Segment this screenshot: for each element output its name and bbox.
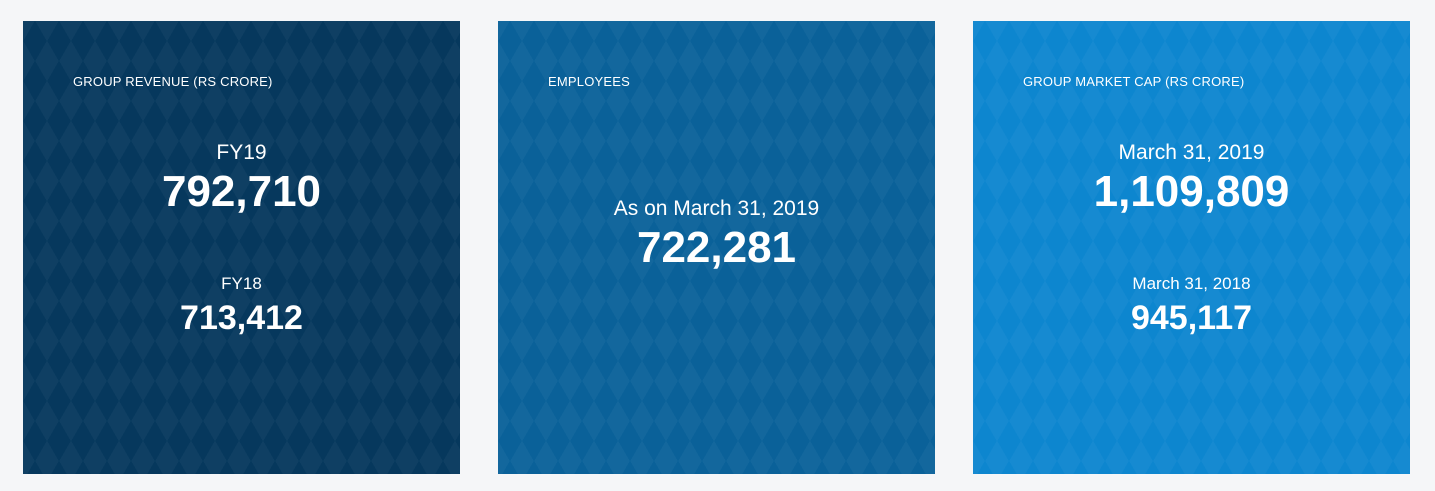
stat-value: 1,109,809 <box>1093 167 1290 216</box>
employees-card: EMPLOYEES As on March 31, 2019 722,281 <box>498 21 935 474</box>
primary-stat: FY19 792,710 <box>23 141 460 217</box>
stat-value: 945,117 <box>1130 299 1253 337</box>
group-revenue-card: GROUP REVENUE (RS CRORE) FY19 792,710 FY… <box>23 21 460 474</box>
primary-stat: March 31, 2019 1,109,809 <box>973 141 1410 217</box>
stat-value: 792,710 <box>161 167 322 216</box>
primary-stat: As on March 31, 2019 722,281 <box>498 197 935 273</box>
stat-caption: As on March 31, 2019 <box>613 197 820 220</box>
stat-value: 722,281 <box>636 223 797 272</box>
stat-caption: March 31, 2018 <box>1132 274 1251 293</box>
stat-caption: FY18 <box>221 274 262 293</box>
secondary-stat: March 31, 2018 945,117 <box>973 274 1410 338</box>
stat-value: 713,412 <box>180 299 303 337</box>
card-label: EMPLOYEES <box>548 74 630 89</box>
group-market-cap-card: GROUP MARKET CAP (RS CRORE) March 31, 20… <box>973 21 1410 474</box>
stat-caption: March 31, 2019 <box>1118 141 1265 164</box>
secondary-stat: FY18 713,412 <box>23 274 460 338</box>
stat-caption: FY19 <box>216 141 267 164</box>
card-label: GROUP MARKET CAP (RS CRORE) <box>1023 74 1245 89</box>
card-label: GROUP REVENUE (RS CRORE) <box>73 74 273 89</box>
